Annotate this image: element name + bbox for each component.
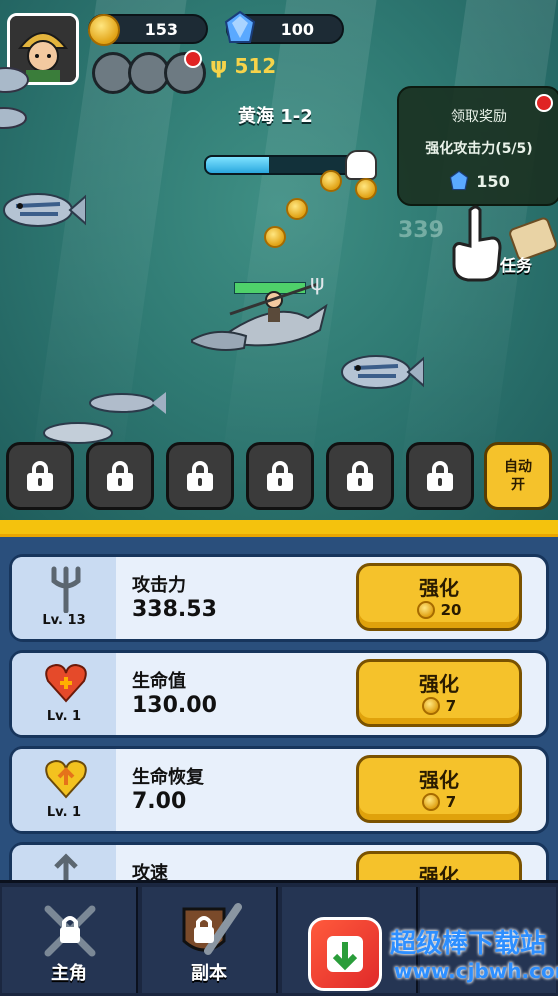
upgrade-row-attack: Lv. 13 攻击力 338.53 强化 20 bbox=[9, 554, 549, 642]
gem-value: 100 bbox=[280, 20, 314, 39]
player-character: ψ bbox=[191, 271, 328, 351]
upgrade-icon-cell bbox=[12, 845, 116, 880]
fish-icon bbox=[0, 67, 29, 129]
upgrade-regen-button[interactable]: 强化 7 bbox=[356, 755, 522, 823]
fish-icon bbox=[89, 392, 166, 414]
crossed-weapons-icon bbox=[44, 905, 96, 957]
upgrade-value: 130.00 bbox=[132, 693, 217, 718]
reward-popup[interactable]: 领取奖励 强化攻击力(5/5) 150 bbox=[397, 86, 558, 206]
game-scene: 153 100 ψ 512 黄海 1-2 领取奖励 强化攻击力(5/5) 150 bbox=[0, 0, 558, 520]
upgrade-level: Lv. 1 bbox=[46, 709, 82, 724]
coin-icon bbox=[421, 697, 440, 715]
upgrade-button-label: 强化 bbox=[419, 768, 459, 792]
coin-icon bbox=[416, 601, 435, 619]
lock-icon bbox=[347, 461, 373, 491]
watermark-url: www.cjbwh.com bbox=[394, 959, 558, 983]
coin-icon[interactable] bbox=[320, 170, 342, 192]
upgrade-row-health: Lv. 1 生命值 130.00 强化 7 bbox=[9, 650, 549, 738]
upgrade-cost: 20 bbox=[440, 601, 462, 619]
gold-coin-icon bbox=[88, 14, 120, 46]
fish-icon bbox=[341, 355, 424, 389]
shield-sword-icon bbox=[182, 903, 242, 955]
stage-title: 黄海 1-2 bbox=[238, 106, 313, 127]
reward-amount: 150 bbox=[476, 171, 510, 191]
upgrade-value: 7.00 bbox=[132, 789, 187, 814]
upgrade-icon-cell: Lv. 1 bbox=[12, 749, 116, 831]
upgrade-row-speed: 攻速 强化 bbox=[9, 842, 549, 880]
upgrade-value: 338.53 bbox=[132, 597, 217, 622]
nav-tab-label: 主角 bbox=[51, 963, 87, 984]
upgrade-attack-button[interactable]: 强化 20 bbox=[356, 563, 522, 631]
coin-icon[interactable] bbox=[264, 226, 286, 248]
fish-icon bbox=[3, 193, 86, 227]
damage-number: 339 bbox=[398, 218, 444, 243]
skill-slot-locked[interactable] bbox=[86, 442, 154, 510]
upgrade-button-label: 强化 bbox=[419, 576, 459, 600]
gem-icon bbox=[450, 170, 469, 191]
lock-icon bbox=[267, 461, 293, 491]
notification-dot bbox=[184, 50, 202, 68]
auto-state: 开 bbox=[511, 477, 525, 493]
skill-slot-locked[interactable] bbox=[6, 442, 74, 510]
reward-title: 领取奖励 bbox=[451, 109, 507, 125]
heart-up-icon bbox=[45, 759, 87, 799]
lock-icon bbox=[427, 461, 453, 491]
upgrade-name: 生命值 bbox=[132, 671, 186, 692]
skill-slot-locked[interactable] bbox=[406, 442, 474, 510]
upgrade-icon-cell: Lv. 1 bbox=[12, 653, 116, 735]
upgrade-button-label: 强化 bbox=[419, 672, 459, 696]
auto-label: 自动 bbox=[504, 459, 532, 475]
upgrade-name: 攻击力 bbox=[132, 575, 186, 596]
nav-tab-dungeon[interactable]: 副本 bbox=[142, 887, 278, 993]
notification-dot bbox=[535, 94, 553, 112]
gem-counter: 100 bbox=[224, 10, 344, 44]
coin-icon bbox=[421, 793, 440, 811]
upgrade-speed-button[interactable]: 强化 bbox=[356, 851, 522, 880]
upgrade-level: Lv. 13 bbox=[42, 613, 86, 628]
coin-icon[interactable] bbox=[355, 178, 377, 200]
upgrade-level: Lv. 1 bbox=[46, 805, 82, 820]
svg-text:ψ: ψ bbox=[310, 271, 325, 296]
lock-icon bbox=[187, 461, 213, 491]
gem-icon bbox=[224, 10, 256, 43]
speed-icon bbox=[54, 853, 78, 880]
bottom-nav: 主角 副本 超级棒下载站 www.cjbwh.com bbox=[0, 880, 558, 996]
lock-icon bbox=[27, 461, 53, 491]
upgrade-name: 生命恢复 bbox=[132, 767, 204, 788]
skill-slot-locked[interactable] bbox=[166, 442, 234, 510]
upgrade-icon-cell: Lv. 13 bbox=[12, 557, 116, 639]
coin-icon[interactable] bbox=[286, 198, 308, 220]
upgrade-panel: Lv. 13 攻击力 338.53 强化 20 Lv. 1 生命值 130.00… bbox=[0, 520, 558, 880]
power-value: 512 bbox=[234, 54, 277, 78]
upgrade-button-label: 强化 bbox=[419, 864, 459, 880]
power-display: ψ 512 bbox=[210, 54, 276, 79]
skill-slot-locked[interactable] bbox=[326, 442, 394, 510]
heart-icon bbox=[45, 663, 87, 703]
watermark-title: 超级棒下载站 bbox=[390, 929, 547, 959]
nav-tab-label: 副本 bbox=[191, 963, 227, 984]
trident-icon: ψ bbox=[210, 54, 228, 79]
boss-icon bbox=[345, 150, 377, 180]
trident-icon bbox=[51, 566, 81, 613]
watermark-logo bbox=[308, 917, 382, 991]
upgrade-cost: 7 bbox=[445, 697, 457, 715]
reward-task: 强化攻击力(5/5) bbox=[425, 141, 533, 157]
nav-tab-hero[interactable]: 主角 bbox=[2, 887, 138, 993]
stage-progress-fill bbox=[206, 157, 269, 173]
lock-icon bbox=[107, 461, 133, 491]
upgrade-cost: 7 bbox=[445, 793, 457, 811]
gold-value: 153 bbox=[144, 20, 178, 39]
skill-slot-locked[interactable] bbox=[246, 442, 314, 510]
gold-counter: 153 bbox=[88, 14, 208, 46]
panel-divider bbox=[0, 520, 558, 537]
auto-skill-toggle[interactable]: 自动 开 bbox=[484, 442, 552, 510]
upgrade-health-button[interactable]: 强化 7 bbox=[356, 659, 522, 727]
upgrade-row-regen: Lv. 1 生命恢复 7.00 强化 7 bbox=[9, 746, 549, 834]
tap-hand-icon bbox=[452, 205, 502, 282]
upgrade-name: 攻速 bbox=[132, 863, 168, 880]
